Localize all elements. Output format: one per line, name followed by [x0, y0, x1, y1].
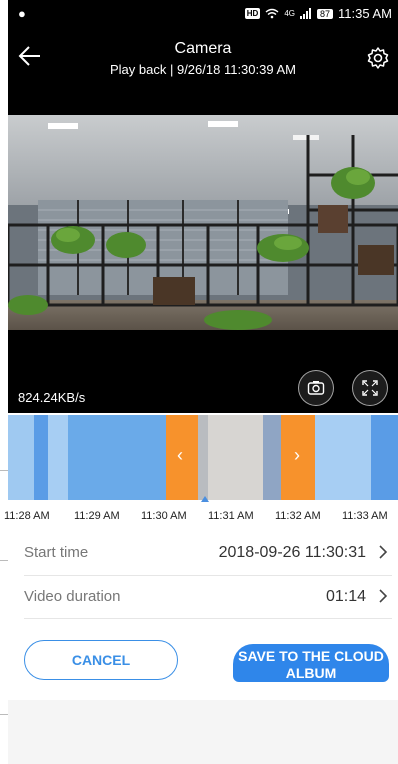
- battery-icon: 87: [317, 8, 334, 19]
- playback-timeline[interactable]: ‹ ›: [8, 415, 398, 500]
- video-frame[interactable]: [8, 115, 398, 330]
- snapshot-button[interactable]: [298, 370, 334, 406]
- chevron-right-icon: ›: [294, 445, 300, 465]
- chevron-right-icon: [379, 545, 388, 559]
- video-image: [8, 115, 398, 330]
- selection-right-handle[interactable]: ›: [281, 415, 315, 500]
- notification-icon: ●: [18, 6, 26, 21]
- hd-icon: HD: [244, 8, 261, 19]
- video-duration-value: 01:14: [325, 588, 366, 605]
- timeline-labels: 11:28 AM 11:29 AM 11:30 AM 11:31 AM 11:3…: [0, 510, 398, 526]
- time-label: 11:31 AM: [208, 510, 254, 522]
- video-duration-row[interactable]: Video duration 01:14: [24, 576, 392, 616]
- signal-icon: [300, 8, 312, 19]
- timeline-segment: [371, 415, 398, 500]
- selection-range: [208, 415, 263, 500]
- selection-left-handle[interactable]: ‹: [166, 415, 198, 500]
- timeline-segment: [48, 415, 68, 500]
- timeline-segment: [8, 415, 34, 500]
- edge-line: [0, 714, 8, 715]
- timeline-segment: [315, 415, 371, 500]
- bottom-area: [8, 700, 398, 764]
- video-duration-label: Video duration: [24, 588, 121, 605]
- fullscreen-icon: [362, 380, 378, 396]
- network-type: 4G: [284, 9, 296, 18]
- time-label: 11:28 AM: [4, 510, 50, 522]
- timeline-segment: [263, 415, 281, 500]
- app-bar: Camera Play back | 9/26/18 11:30:39 AM: [8, 36, 398, 92]
- fullscreen-button[interactable]: [352, 370, 388, 406]
- timeline-cursor: [201, 496, 209, 502]
- start-time-label: Start time: [24, 544, 89, 561]
- status-time: 11:35 AM: [338, 6, 392, 21]
- time-label: 11:33 AM: [342, 510, 388, 522]
- wifi-icon: [265, 8, 279, 19]
- playback-subtitle: Play back | 9/26/18 11:30:39 AM: [110, 62, 296, 77]
- bitrate-readout: 824.24KB/s: [18, 390, 86, 405]
- page-title: Camera: [174, 40, 232, 57]
- save-to-cloud-button[interactable]: SAVE TO THE CLOUD ALBUM: [233, 644, 389, 682]
- camera-snapshot-icon: [307, 381, 325, 395]
- timeline-segment: [198, 415, 208, 500]
- timeline-segment: [34, 415, 48, 500]
- start-time-value: 2018-09-26 11:30:31: [218, 544, 366, 561]
- chevron-left-icon: ‹: [177, 445, 183, 465]
- gear-icon[interactable]: [366, 46, 390, 70]
- status-bar: ● HD 4G 87 11:35 AM: [8, 0, 398, 28]
- cancel-button[interactable]: CANCEL: [24, 640, 178, 680]
- start-time-row[interactable]: Start time 2018-09-26 11:30:31: [24, 532, 392, 572]
- chevron-right-icon: [379, 589, 388, 603]
- edge-line: [0, 560, 8, 561]
- time-label: 11:32 AM: [275, 510, 321, 522]
- time-label: 11:30 AM: [141, 510, 187, 522]
- player-panel: ● HD 4G 87 11:35 AM Camera Play back | 9…: [8, 0, 398, 413]
- time-label: 11:29 AM: [74, 510, 120, 522]
- edge-line: [0, 470, 8, 471]
- divider: [24, 618, 392, 619]
